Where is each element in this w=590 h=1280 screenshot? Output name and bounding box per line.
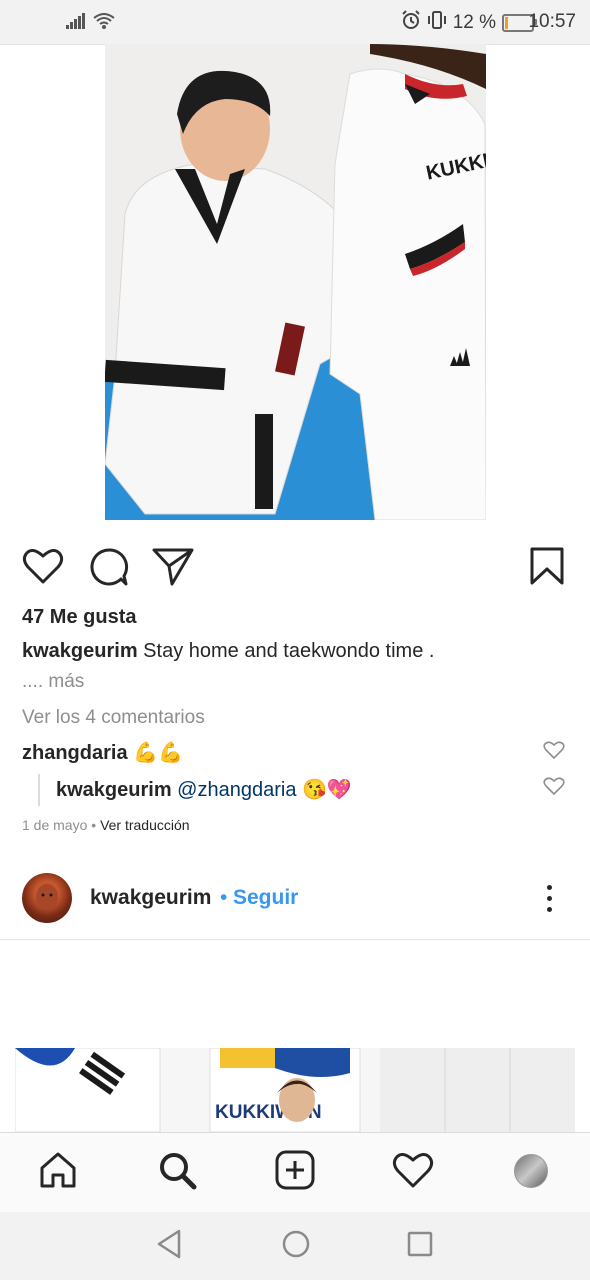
- home-circle-icon[interactable]: [281, 1228, 311, 1265]
- follow-button[interactable]: Seguir: [233, 886, 298, 910]
- comment-like-icon[interactable]: [543, 740, 565, 765]
- more-link[interactable]: .... más: [22, 671, 84, 693]
- recents-icon[interactable]: [406, 1228, 434, 1265]
- reply-indent: [38, 774, 40, 806]
- status-bar: 12 % 10:57: [0, 0, 590, 45]
- more-options-icon[interactable]: [547, 885, 553, 913]
- view-comments-link[interactable]: Ver los 4 comentarios: [22, 707, 205, 729]
- back-icon[interactable]: [155, 1228, 183, 1265]
- caption-username[interactable]: kwakgeurim: [22, 640, 138, 662]
- post-meta: 1 de mayo • Ver traducción: [22, 817, 190, 833]
- next-post-photo[interactable]: KUKKIWON: [15, 1048, 575, 1132]
- wifi-icon: [92, 12, 116, 35]
- translate-link[interactable]: Ver traducción: [100, 817, 190, 833]
- likes-count[interactable]: 47 Me gusta: [22, 606, 136, 629]
- reply-text: 😘💖: [302, 779, 352, 801]
- battery-percent: 12 %: [452, 12, 496, 33]
- new-post-icon[interactable]: [273, 1148, 317, 1192]
- mention-link[interactable]: @zhangdaria: [177, 779, 296, 801]
- caption-text: Stay home and taekwondo time .: [143, 640, 435, 662]
- comment-text: 💪💪: [133, 742, 183, 764]
- clock: 10:57: [528, 11, 576, 32]
- signal-icon: [66, 13, 86, 34]
- battery-level: [505, 17, 508, 29]
- bookmark-icon[interactable]: [529, 546, 565, 591]
- post-date: 1 de mayo: [22, 817, 88, 833]
- reply-username[interactable]: kwakgeurim: [56, 779, 172, 801]
- comment: zhangdaria 💪💪: [22, 740, 183, 765]
- vibrate-icon: [427, 10, 447, 36]
- search-icon[interactable]: [155, 1148, 199, 1192]
- comment-icon[interactable]: [88, 546, 130, 593]
- home-icon[interactable]: [36, 1148, 80, 1192]
- post-caption: kwakgeurim Stay home and taekwondo time …: [22, 640, 434, 663]
- alarm-icon: [401, 10, 421, 36]
- activity-icon[interactable]: [391, 1148, 435, 1192]
- follow-separator: •: [220, 886, 228, 909]
- post-photo[interactable]: KUKKIWO: [105, 44, 486, 520]
- profile-icon[interactable]: [514, 1154, 548, 1188]
- heart-icon[interactable]: [22, 546, 64, 591]
- divider: [0, 939, 590, 940]
- reply-like-icon[interactable]: [543, 776, 565, 801]
- next-post-username[interactable]: kwakgeurim: [90, 886, 211, 910]
- meta-separator: •: [91, 817, 97, 833]
- share-icon[interactable]: [152, 546, 194, 591]
- reply-comment: kwakgeurim @zhangdaria 😘💖: [56, 777, 352, 802]
- comment-username[interactable]: zhangdaria: [22, 742, 128, 764]
- avatar[interactable]: [22, 873, 72, 923]
